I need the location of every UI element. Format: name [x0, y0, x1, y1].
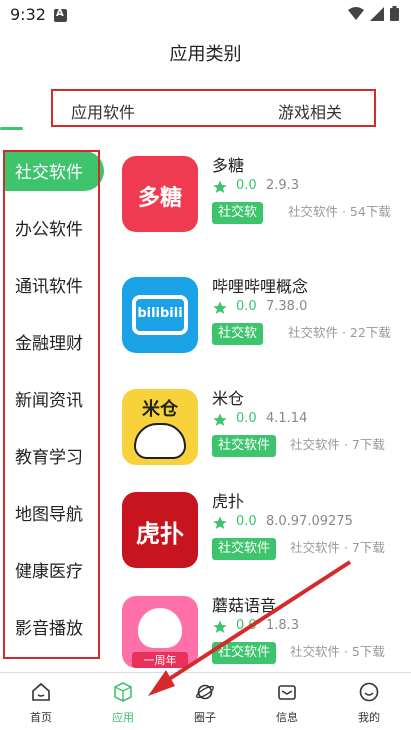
app-name: 蘑菇语音: [212, 596, 277, 615]
app-name: 米仓: [212, 389, 245, 408]
nav-messages[interactable]: 信息: [246, 673, 328, 730]
nav-label: 我的: [358, 711, 380, 724]
tab-apps[interactable]: 应用软件: [71, 99, 135, 123]
app-version: 8.0.97.09275: [266, 514, 353, 529]
app-icon-label: 米仓: [142, 399, 178, 420]
sidebar-item-education[interactable]: 教育学习: [15, 443, 83, 468]
app-icon-label: 虎扑: [136, 520, 184, 548]
top-tabs-annotated: 应用软件 游戏相关: [51, 89, 376, 127]
nav-label: 圈子: [194, 711, 216, 724]
app-name: 多糖: [212, 156, 245, 175]
app-download-info: 社交软件 · 22下载: [288, 325, 391, 340]
bottom-nav: 首页 应用 圈子 信息 我的: [0, 672, 411, 730]
nav-profile[interactable]: 我的: [328, 673, 410, 730]
planet-icon: [195, 684, 215, 700]
tab-games[interactable]: 游戏相关: [278, 99, 342, 123]
nav-label: 应用: [112, 711, 134, 724]
app-version: 4.1.14: [266, 411, 308, 426]
app-icon-label: bilibili: [137, 306, 183, 321]
app-list-item[interactable]: bilibili 哔哩哔哩概念 0.0 7.38.0 社交软 社交软件 · 22…: [122, 277, 407, 377]
star-icon: [213, 180, 227, 193]
app-rating: 0.0: [236, 299, 257, 314]
mail-icon: [278, 685, 296, 700]
nav-apps[interactable]: 应用: [82, 673, 164, 730]
notification-icon: [54, 8, 67, 22]
status-icons: [348, 6, 399, 21]
category-badge: 社交软: [212, 202, 264, 224]
nav-home[interactable]: 首页: [0, 673, 82, 730]
sidebar-item-office[interactable]: 办公软件: [15, 215, 83, 240]
app-icon-bilibili: bilibili: [122, 277, 198, 353]
category-badge: 社交软: [212, 323, 264, 345]
app-rating: 0.0: [236, 514, 257, 529]
category-badge: 社交软件: [212, 642, 277, 664]
battery-icon: [390, 6, 399, 21]
cube-icon: [114, 682, 132, 702]
sidebar-item-social[interactable]: 社交软件: [15, 158, 83, 183]
status-bar: 9:32: [0, 0, 411, 30]
smile-icon: [359, 682, 379, 702]
wifi-icon: [348, 6, 364, 20]
app-download-info: 社交软件 · 7下载: [290, 437, 385, 452]
app-version: 1.8.3: [266, 618, 300, 633]
app-icon-label: 多糖: [137, 186, 182, 211]
app-icon-label: 一周年: [132, 652, 188, 668]
mushroom-character: [138, 608, 182, 648]
sidebar-item-map[interactable]: 地图导航: [15, 500, 83, 525]
app-download-info: 社交软件 · 54下载: [288, 204, 391, 219]
app-icon-mogu: 一周年: [122, 596, 198, 668]
active-tab-indicator: [0, 127, 23, 130]
category-badge: 社交软件: [212, 538, 277, 560]
category-badge: 社交软件: [212, 435, 277, 457]
sidebar-item-health[interactable]: 健康医疗: [15, 557, 83, 582]
app-name: 哔哩哔哩概念: [212, 277, 309, 296]
home-icon: [32, 682, 50, 701]
app-name: 虎扑: [212, 492, 245, 511]
app-version: 7.38.0: [266, 299, 308, 314]
nav-circle[interactable]: 圈子: [164, 673, 246, 730]
app-download-info: 社交软件 · 5下载: [290, 644, 385, 659]
app-rating: 0.0: [236, 411, 257, 426]
app-icon-hupu: 虎扑: [122, 492, 198, 568]
app-rating: 0.0: [236, 178, 257, 193]
nav-label: 信息: [276, 711, 298, 724]
app-icon-micang: 米仓: [122, 389, 198, 465]
page-title: 应用类别: [169, 44, 242, 65]
app-download-info: 社交软件 · 7下载: [290, 540, 385, 555]
app-list-item[interactable]: 米仓 米仓 0.0 4.1.14 社交软件 社交软件 · 7下载: [122, 389, 407, 489]
star-icon: [213, 413, 227, 426]
sidebar-item-media[interactable]: 影音播放: [15, 614, 83, 639]
app-icon-duotang: 多糖: [122, 156, 198, 232]
status-time: 9:32: [10, 5, 46, 24]
sidebar-item-finance[interactable]: 金融理财: [15, 329, 83, 354]
signal-icon: [370, 6, 384, 21]
star-icon: [213, 516, 227, 529]
app-list-item[interactable]: 多糖 多糖 0.0 2.9.3 社交软 社交软件 · 54下载: [122, 156, 407, 256]
star-icon: [213, 301, 227, 314]
sidebar-item-communication[interactable]: 通讯软件: [15, 272, 83, 297]
app-version: 2.9.3: [266, 178, 300, 193]
hamster-face: [134, 423, 186, 459]
star-icon: [213, 620, 227, 633]
nav-label: 首页: [30, 711, 52, 724]
app-rating: 0.0: [236, 618, 257, 633]
sidebar-item-news[interactable]: 新闻资讯: [15, 386, 83, 411]
app-list-item[interactable]: 虎扑 虎扑 0.0 8.0.97.09275 社交软件 社交软件 · 7下载: [122, 492, 407, 592]
